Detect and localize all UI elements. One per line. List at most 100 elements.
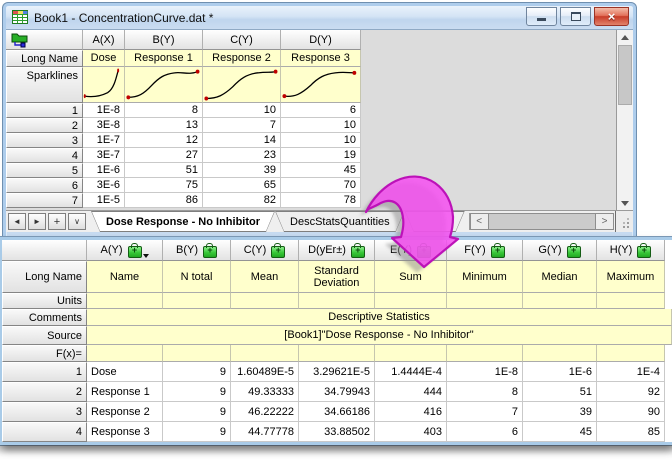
cell[interactable]: 78 [281,193,361,208]
cell[interactable]: 8 [447,382,523,402]
cell[interactable]: 9 [163,422,231,442]
row-number[interactable]: 1 [6,103,83,118]
cell[interactable]: 6 [447,422,523,442]
column-header[interactable]: E(Y) + [375,240,447,261]
long-name-cell[interactable]: Mean [231,261,299,293]
long-name-cell[interactable]: Sum [375,261,447,293]
lock-menu-caret-icon[interactable] [142,254,149,258]
cell[interactable]: 3E-6 [83,178,125,193]
row-header[interactable]: Long Name [6,50,83,67]
sparkline-cell[interactable] [281,67,361,103]
cell[interactable]: 1E-4 [597,362,665,382]
tab-scroll-right-button[interactable]: ► [28,213,46,230]
long-name-cell[interactable]: Minimum [447,261,523,293]
cell[interactable]: 444 [375,382,447,402]
cell[interactable] [299,345,375,362]
long-name-cell[interactable]: Maximum [597,261,665,293]
cell[interactable]: 7 [447,402,523,422]
cell[interactable]: 9 [163,362,231,382]
merged-cell[interactable]: Descriptive Statistics [87,309,672,326]
cell[interactable] [231,345,299,362]
long-name-cell[interactable]: Standard Deviation [299,261,375,293]
cell[interactable]: 86 [125,193,203,208]
column-header[interactable]: A(X) [83,30,125,50]
cell[interactable]: 9 [163,402,231,422]
scroll-down-button[interactable] [617,196,633,211]
long-name-cell[interactable]: Response 3 [281,50,361,67]
cell[interactable] [597,293,665,309]
cell[interactable]: 82 [203,193,281,208]
cell[interactable] [447,345,523,362]
add-sheet-button[interactable]: + [48,213,66,230]
tab-descstatsquantities[interactable]: DescStatsQuantities [275,211,405,232]
cell[interactable]: 8 [125,103,203,118]
horizontal-scroll-track[interactable] [488,213,595,230]
row-header[interactable]: Comments [2,309,87,326]
cell[interactable]: 45 [281,163,361,178]
cell[interactable]: Dose [87,362,163,382]
row-number[interactable]: 3 [6,133,83,148]
cell[interactable]: 33.88502 [299,422,375,442]
sheet-list-button[interactable]: ∨ [68,213,86,230]
column-header[interactable]: D(Y) [281,30,361,50]
cell[interactable]: 6 [281,103,361,118]
tab-dose-response[interactable]: Dose Response - No Inhibitor [91,211,275,232]
row-number[interactable]: 6 [6,178,83,193]
cell[interactable]: 1E-8 [83,103,125,118]
sparkline-cell[interactable] [83,67,125,103]
cell[interactable]: 1.4444E-4 [375,362,447,382]
cell[interactable]: 39 [523,402,597,422]
cell[interactable]: 49.33333 [231,382,299,402]
cell[interactable]: 51 [523,382,597,402]
horizontal-scrollbar[interactable]: < > [468,213,614,230]
cell[interactable]: 90 [597,402,665,422]
row-number[interactable]: 5 [6,163,83,178]
long-name-cell[interactable]: Name [87,261,163,293]
cell[interactable]: 70 [281,178,361,193]
tab-scroll-left-button[interactable]: ◄ [8,213,26,230]
cell[interactable] [163,345,231,362]
cell[interactable]: 9 [163,382,231,402]
sparkline-cell[interactable] [203,67,281,103]
cell[interactable]: 10 [203,103,281,118]
scroll-right-button[interactable]: > [595,213,614,230]
cell[interactable]: 14 [203,133,281,148]
scroll-left-button[interactable]: < [469,213,489,230]
cell[interactable] [597,345,665,362]
column-header[interactable]: A(Y) + [87,240,163,261]
cell[interactable] [523,293,597,309]
cell[interactable] [447,293,523,309]
cell[interactable]: 10 [281,133,361,148]
cell[interactable]: 1.60489E-5 [231,362,299,382]
resize-grip[interactable] [615,211,633,232]
cell[interactable]: 85 [597,422,665,442]
cell[interactable]: 65 [203,178,281,193]
cell[interactable] [231,293,299,309]
row-header[interactable]: Units [2,293,87,309]
long-name-cell[interactable]: Median [523,261,597,293]
column-header[interactable]: B(Y) [125,30,203,50]
row-number[interactable]: 2 [2,382,87,402]
column-header[interactable]: H(Y) + [597,240,665,261]
cell[interactable]: 403 [375,422,447,442]
column-header[interactable]: G(Y) + [523,240,597,261]
long-name-cell[interactable]: Response 1 [125,50,203,67]
cell[interactable]: Response 1 [87,382,163,402]
restore-button[interactable] [560,6,591,26]
cell[interactable]: 51 [125,163,203,178]
cell[interactable] [375,345,447,362]
sheet-corner-cell[interactable] [2,240,87,261]
cell[interactable]: 45 [523,422,597,442]
cell[interactable]: Response 2 [87,402,163,422]
column-header[interactable]: D(yEr±) + [299,240,375,261]
cell[interactable]: 12 [125,133,203,148]
column-header[interactable]: C(Y) [203,30,281,50]
vertical-scrollbar[interactable] [616,30,633,211]
column-header[interactable]: B(Y) + [163,240,231,261]
row-number[interactable]: 7 [6,193,83,208]
cell[interactable]: 1E-7 [83,133,125,148]
row-number[interactable]: 3 [2,402,87,422]
row-header[interactable]: Source [2,326,87,345]
cell[interactable]: 92 [597,382,665,402]
row-header[interactable]: Sparklines [6,67,83,103]
